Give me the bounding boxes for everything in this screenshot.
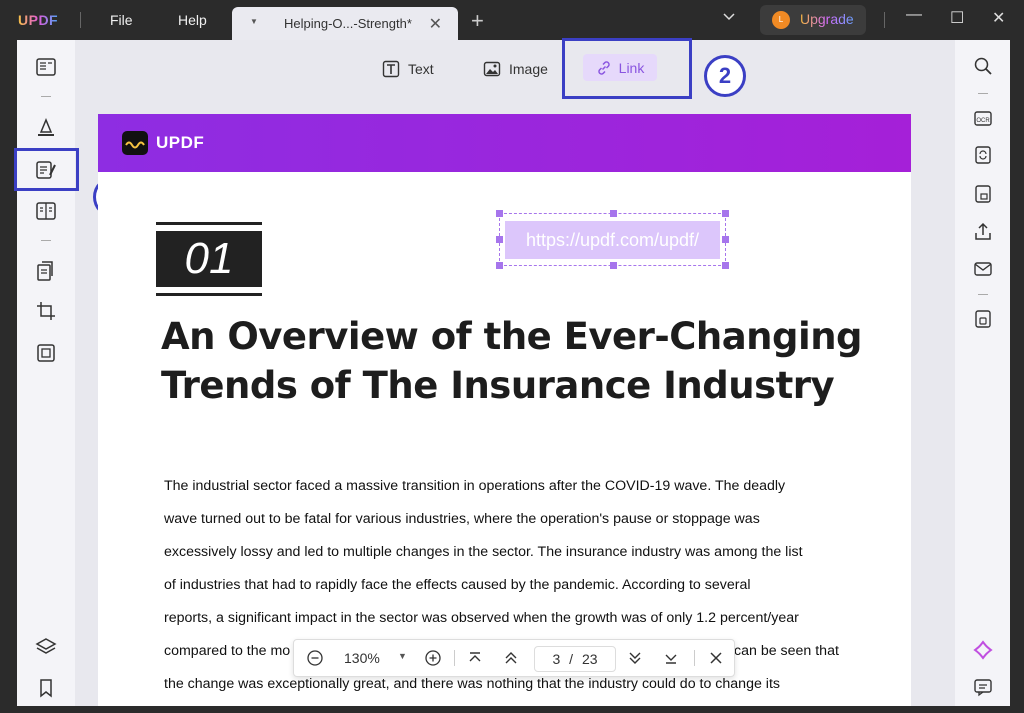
maximize-icon[interactable]: ☐ bbox=[950, 8, 964, 28]
menu-file[interactable]: File bbox=[110, 12, 133, 28]
paragraph-line: reports, a significant impact in the sec… bbox=[164, 610, 799, 626]
close-window-icon[interactable]: ✕ bbox=[992, 8, 1005, 28]
resize-handle[interactable] bbox=[610, 262, 617, 269]
divider bbox=[978, 294, 988, 295]
zoom-dropdown-icon[interactable]: ▼ bbox=[398, 651, 407, 661]
divider bbox=[41, 240, 51, 241]
tools-icon[interactable] bbox=[35, 342, 57, 364]
tab-title: Helping-O...-Strength* bbox=[284, 16, 412, 31]
callout-number-2: 2 bbox=[704, 55, 746, 97]
comment-icon[interactable] bbox=[973, 677, 993, 697]
svg-text:OCR: OCR bbox=[976, 118, 990, 124]
reader-icon[interactable] bbox=[35, 56, 57, 78]
crop-icon[interactable] bbox=[35, 300, 57, 322]
title-line: An Overview of the Ever-Changing bbox=[161, 315, 863, 358]
last-page-icon[interactable] bbox=[662, 649, 680, 670]
email-icon[interactable] bbox=[973, 259, 993, 279]
paragraph-line: The industrial sector faced a massive tr… bbox=[164, 478, 786, 494]
image-icon bbox=[483, 61, 501, 77]
divider bbox=[694, 650, 695, 666]
divider bbox=[41, 96, 51, 97]
section-number-text: 01 bbox=[156, 231, 262, 287]
resize-handle[interactable] bbox=[496, 210, 503, 217]
form-icon[interactable] bbox=[35, 200, 57, 222]
banner-logo-text: UPDF bbox=[156, 133, 205, 152]
resize-handle[interactable] bbox=[496, 236, 503, 243]
page-title: An Overview of the Ever-Changing Trends … bbox=[161, 312, 881, 410]
zoom-level[interactable]: 130% bbox=[344, 650, 380, 666]
title-bar: UPDF File Help ▼ Helping-O...-Strength* … bbox=[0, 0, 1024, 40]
paragraph-line-end: can be seen that bbox=[734, 643, 839, 659]
add-text-button[interactable]: Text bbox=[382, 58, 434, 80]
section-number: 01 bbox=[156, 222, 262, 296]
app-logo: UPDF bbox=[18, 12, 59, 28]
tab-dropdown-icon[interactable]: ▼ bbox=[250, 17, 258, 26]
upgrade-button[interactable]: L Upgrade bbox=[760, 5, 866, 35]
page-number-field[interactable]: 3 / 23 bbox=[534, 646, 616, 672]
new-tab-icon[interactable]: + bbox=[471, 8, 484, 34]
link-text[interactable]: https://updf.com/updf/ bbox=[505, 221, 720, 259]
bookmark-icon[interactable] bbox=[35, 677, 57, 699]
zoom-in-icon[interactable] bbox=[424, 649, 442, 670]
chevron-down-icon[interactable] bbox=[722, 11, 736, 25]
divider bbox=[80, 12, 81, 28]
resize-handle[interactable] bbox=[722, 236, 729, 243]
document-tab[interactable]: ▼ Helping-O...-Strength* ✕ bbox=[232, 7, 458, 40]
resize-handle[interactable] bbox=[722, 262, 729, 269]
image-label: Image bbox=[509, 61, 548, 77]
paragraph-line: wave turned out to be fatal for various … bbox=[164, 511, 760, 527]
organize-pages-icon[interactable] bbox=[35, 260, 57, 282]
page-separator: / bbox=[569, 651, 574, 667]
save-icon[interactable] bbox=[973, 309, 993, 329]
highlighter-icon[interactable] bbox=[35, 116, 57, 138]
zoom-out-icon[interactable] bbox=[306, 649, 324, 670]
avatar: L bbox=[772, 11, 790, 29]
resize-handle[interactable] bbox=[496, 262, 503, 269]
upgrade-label: Upgrade bbox=[800, 11, 854, 27]
previous-page-icon[interactable] bbox=[502, 649, 520, 670]
first-page-icon[interactable] bbox=[466, 649, 484, 670]
pdf-page: UPDF 01 https://updf.com/updf/ An Overvi… bbox=[98, 114, 911, 706]
close-nav-icon[interactable] bbox=[707, 649, 725, 670]
page-banner: UPDF bbox=[98, 114, 911, 172]
divider bbox=[978, 93, 988, 94]
ocr-icon[interactable]: OCR bbox=[973, 108, 993, 128]
share-icon[interactable] bbox=[973, 222, 993, 242]
divider bbox=[454, 650, 455, 666]
ai-assistant-icon[interactable] bbox=[973, 640, 993, 660]
minimize-icon[interactable]: — bbox=[906, 6, 922, 24]
total-pages: 23 bbox=[581, 651, 598, 667]
callout-box-link bbox=[562, 38, 692, 99]
divider bbox=[884, 12, 885, 28]
right-toolbar: OCR bbox=[955, 40, 1010, 706]
resize-handle[interactable] bbox=[722, 210, 729, 217]
updf-logo-icon bbox=[122, 131, 148, 155]
callout-box-edit bbox=[14, 148, 79, 191]
next-page-icon[interactable] bbox=[626, 649, 644, 670]
protect-icon[interactable] bbox=[973, 184, 993, 204]
add-image-button[interactable]: Image bbox=[483, 58, 548, 80]
page-navigation-bar: 130% ▼ 3 / 23 bbox=[293, 639, 735, 677]
paragraph-line: excessively lossy and led to multiple ch… bbox=[164, 544, 803, 560]
convert-icon[interactable] bbox=[973, 145, 993, 165]
text-label: Text bbox=[408, 61, 434, 77]
paragraph-line: of industries that had to rapidly face t… bbox=[164, 577, 751, 593]
menu-help[interactable]: Help bbox=[178, 12, 207, 28]
text-icon bbox=[382, 60, 400, 78]
layers-icon[interactable] bbox=[35, 636, 57, 658]
title-line: Trends of The Insurance Industry bbox=[161, 364, 835, 407]
current-page[interactable]: 3 bbox=[552, 651, 560, 667]
left-toolbar bbox=[17, 40, 75, 706]
link-selection[interactable]: https://updf.com/updf/ bbox=[496, 210, 729, 269]
resize-handle[interactable] bbox=[610, 210, 617, 217]
app-window: UPDF File Help ▼ Helping-O...-Strength* … bbox=[0, 0, 1024, 713]
close-tab-icon[interactable]: ✕ bbox=[429, 14, 442, 34]
search-icon[interactable] bbox=[973, 56, 993, 76]
paragraph-line-start: compared to the mo bbox=[164, 643, 291, 659]
